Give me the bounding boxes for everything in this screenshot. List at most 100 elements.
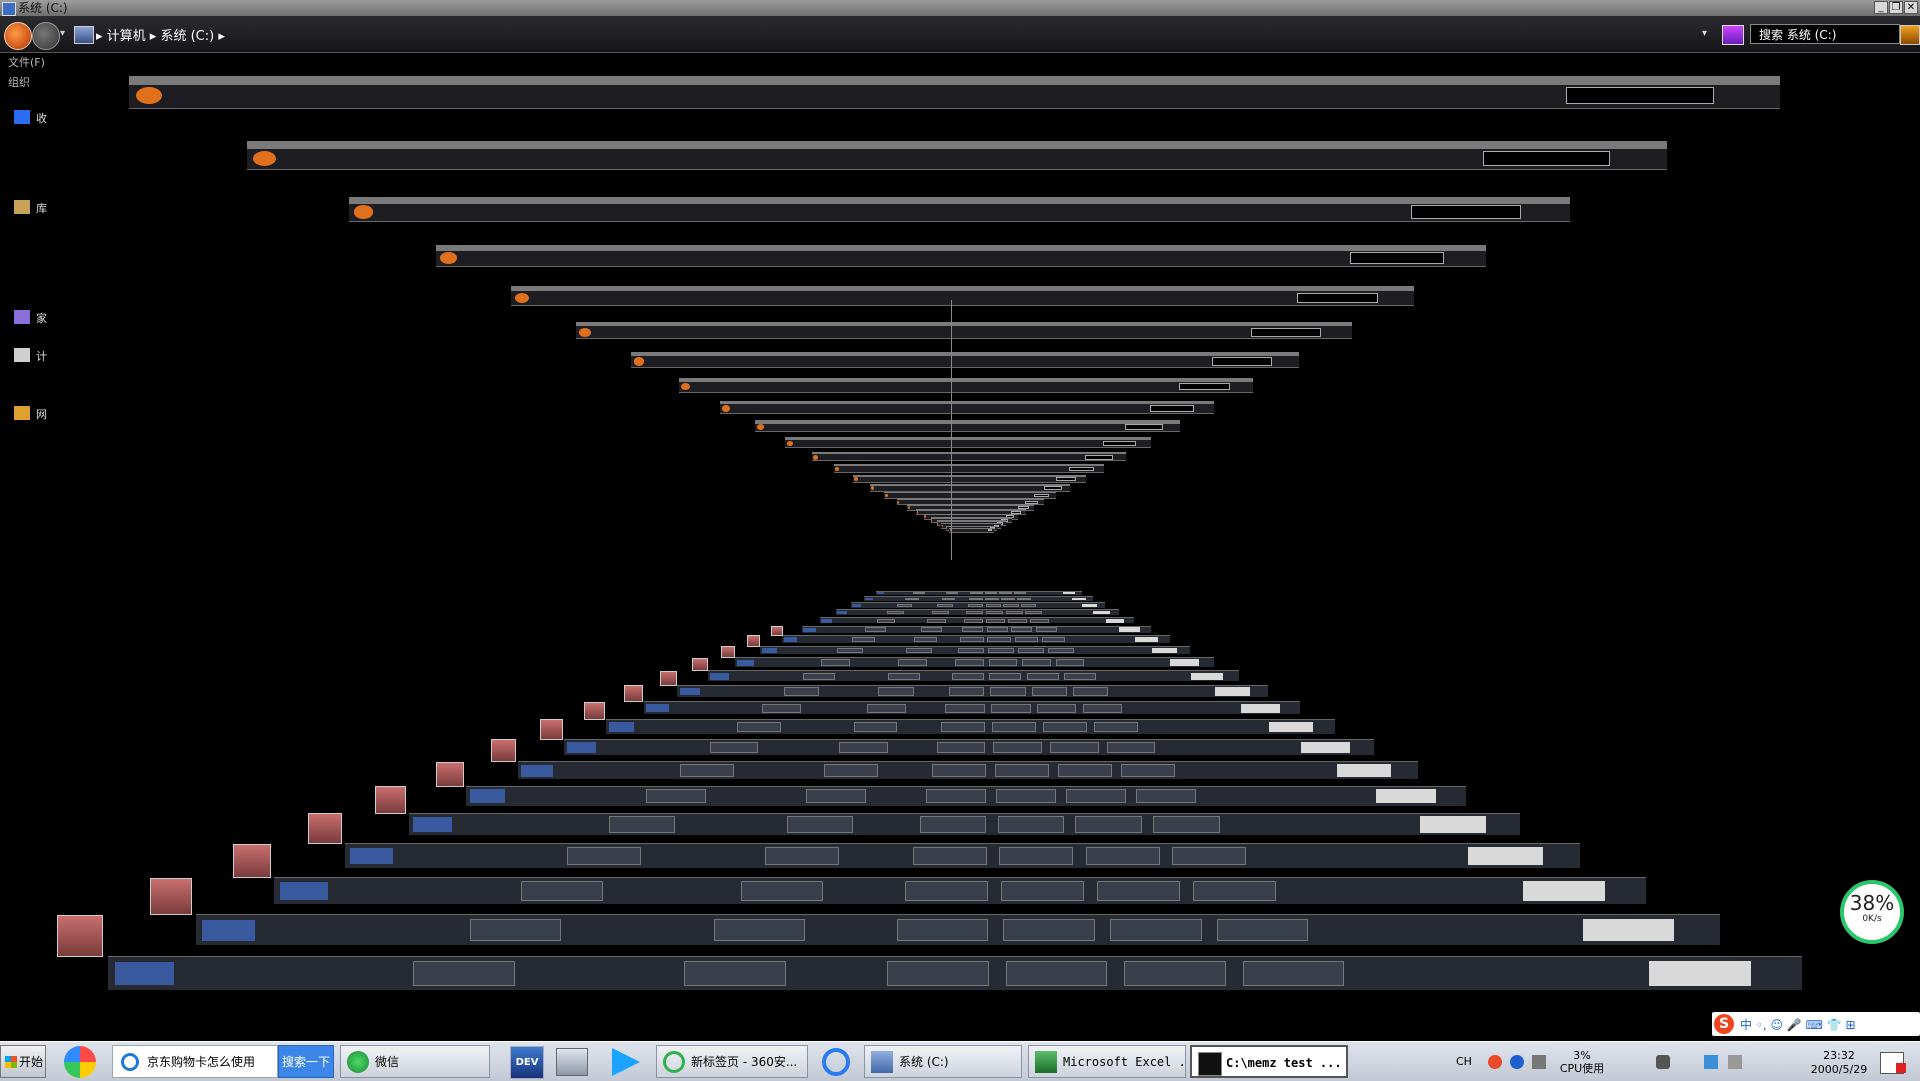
recursive-window-copy bbox=[435, 244, 1487, 284]
window-icon bbox=[2, 2, 16, 16]
ime-status[interactable]: 中 ◦, ☺ 🎤 ⌨ 👕 ⊞ bbox=[1740, 1016, 1856, 1033]
start-icon bbox=[5, 1056, 17, 1068]
recursive-taskbar-copy bbox=[691, 657, 1240, 682]
volume-icon[interactable] bbox=[1656, 1055, 1670, 1069]
recursive-taskbar-copy bbox=[820, 617, 1134, 624]
recursive-window-copy bbox=[247, 140, 1668, 191]
recursive-taskbar-copy bbox=[802, 625, 1151, 633]
network-speed-widget[interactable]: 38% 0K/s bbox=[1840, 880, 1904, 944]
ime-toolbar[interactable]: S 中 ◦, ☺ 🎤 ⌨ 👕 ⊞ bbox=[1712, 1012, 1920, 1036]
wechat-icon bbox=[347, 1051, 369, 1073]
sogou-tray-icon[interactable] bbox=[1488, 1055, 1502, 1069]
task-cmd[interactable]: C:\memz test ... bbox=[1190, 1045, 1348, 1078]
sidebar-item-label[interactable]: 家 bbox=[36, 310, 47, 326]
recursive-window-copy bbox=[719, 401, 1214, 422]
qq-icon[interactable] bbox=[64, 1046, 96, 1078]
recursive-taskbar-copy bbox=[836, 609, 1119, 616]
maximize-button[interactable]: ❐ bbox=[1889, 1, 1903, 14]
minimize-button[interactable]: _ bbox=[1874, 1, 1888, 14]
baidu-icon[interactable] bbox=[822, 1048, 850, 1076]
task-label: Microsoft Excel ... bbox=[1063, 1055, 1186, 1069]
notification-badge bbox=[1896, 1063, 1906, 1073]
window-titlebar[interactable]: 系统 (C:) _ ❐ ✕ bbox=[0, 0, 1920, 16]
clock-time[interactable]: 23:32 bbox=[1804, 1049, 1874, 1062]
ie-icon bbox=[121, 1053, 139, 1071]
recursive-window-copy bbox=[949, 527, 994, 535]
clock-date[interactable]: 2000/5/29 bbox=[1804, 1063, 1874, 1076]
vanishing-line bbox=[951, 300, 952, 560]
task-label: 新标签页 - 360安... bbox=[691, 1055, 798, 1069]
refresh-button[interactable] bbox=[1722, 25, 1744, 45]
navigation-bar: ▾ ▸ 计算机 ▸ 系统 (C:) ▸ ▾ 搜索 系统 (C:) bbox=[0, 16, 1920, 53]
menu-column: 文件(F) 组织 bbox=[0, 53, 60, 93]
ink-icon[interactable] bbox=[556, 1048, 588, 1076]
address-search-input[interactable]: 京东购物卡怎么使用 bbox=[112, 1045, 278, 1078]
recursive-taskbar-copy bbox=[770, 625, 1170, 643]
close-button[interactable]: ✕ bbox=[1904, 1, 1918, 14]
system-tray: CH 3% CPU使用 23:32 2000/5/29 bbox=[1444, 1045, 1920, 1078]
window-controls: _ ❐ ✕ bbox=[1874, 1, 1918, 14]
recursive-window-copy bbox=[510, 285, 1415, 320]
computer-icon bbox=[74, 26, 94, 44]
start-label: 开始 bbox=[19, 1055, 44, 1069]
sidebar-item-label[interactable]: 库 bbox=[36, 200, 47, 216]
sidebar-item-icon[interactable] bbox=[14, 110, 30, 124]
task-label: C:\memz test ... bbox=[1226, 1056, 1342, 1070]
ie-search-text: 京东购物卡怎么使用 bbox=[147, 1055, 256, 1069]
start-button[interactable]: 开始 bbox=[0, 1045, 46, 1078]
recursive-taskbar-copy bbox=[863, 596, 1093, 601]
search-icon[interactable] bbox=[1900, 25, 1920, 45]
network-icon[interactable] bbox=[1704, 1055, 1718, 1069]
address-breadcrumb[interactable]: ▸ 计算机 ▸ 系统 (C:) ▸ bbox=[96, 25, 225, 44]
menu-organize[interactable]: 组织 bbox=[0, 73, 60, 93]
sidebar-item-icon[interactable] bbox=[14, 310, 30, 324]
recursive-taskbar-copy bbox=[623, 685, 1300, 715]
recursive-taskbar-copy bbox=[233, 843, 1646, 905]
task-explorer[interactable]: 系统 (C:) bbox=[864, 1045, 1022, 1078]
cmd-icon bbox=[1198, 1052, 1222, 1076]
forward-button[interactable] bbox=[32, 22, 60, 50]
help-icon[interactable] bbox=[1510, 1055, 1524, 1069]
recursive-taskbar-copy bbox=[490, 739, 1418, 780]
sidebar-item-label[interactable]: 网 bbox=[36, 406, 47, 422]
sidebar-item-label[interactable]: 收 bbox=[36, 110, 47, 126]
recursive-taskbar-copy bbox=[659, 670, 1268, 697]
play-icon[interactable] bbox=[612, 1048, 640, 1076]
sogou-icon[interactable]: S bbox=[1714, 1014, 1734, 1034]
back-button[interactable] bbox=[4, 22, 32, 50]
search-input[interactable]: 搜索 系统 (C:) bbox=[1750, 24, 1900, 44]
task-label: 微信 bbox=[375, 1055, 400, 1069]
recursive-taskbar-copy bbox=[850, 602, 1106, 608]
sidebar-item-icon[interactable] bbox=[14, 348, 30, 362]
sidebar-item-label[interactable]: 计 bbox=[36, 348, 47, 364]
sidebar-item-icon[interactable] bbox=[14, 406, 30, 420]
history-dropdown-icon[interactable]: ▾ bbox=[60, 28, 65, 39]
recursive-taskbar-copy bbox=[720, 646, 1214, 668]
sidebar-item-icon[interactable] bbox=[14, 200, 30, 214]
search-button[interactable]: 搜索一下 bbox=[278, 1045, 334, 1078]
notify-icon[interactable] bbox=[1728, 1055, 1742, 1069]
cpu-usage-value: 3% bbox=[1573, 1049, 1591, 1062]
recursive-taskbar-copy bbox=[308, 813, 1580, 869]
task-excel[interactable]: Microsoft Excel ... bbox=[1028, 1045, 1186, 1078]
widget-percent: 38% bbox=[1849, 891, 1895, 915]
recursive-taskbar-copy bbox=[436, 761, 1467, 806]
tray-arrow-icon[interactable] bbox=[1532, 1055, 1546, 1069]
recursive-window-copy bbox=[575, 321, 1353, 352]
recursive-taskbar-copy bbox=[57, 914, 1802, 990]
explorer-icon bbox=[871, 1051, 893, 1073]
window-title: 系统 (C:) bbox=[18, 1, 68, 15]
dev-icon[interactable]: DEV bbox=[510, 1046, 544, 1079]
recursive-window-copy bbox=[631, 352, 1300, 379]
task-browser360[interactable]: 新标签页 - 360安... bbox=[656, 1045, 808, 1078]
task-wechat[interactable]: 微信 bbox=[340, 1045, 490, 1078]
address-dropdown-icon[interactable]: ▾ bbox=[1702, 28, 1707, 39]
menu-file[interactable]: 文件(F) bbox=[0, 53, 60, 73]
cpu-usage-label: CPU使用 bbox=[1559, 1062, 1605, 1075]
recursive-taskbar-copy bbox=[539, 719, 1375, 756]
widget-speed: 0K/s bbox=[1862, 914, 1882, 924]
language-indicator[interactable]: CH bbox=[1456, 1055, 1472, 1068]
recursive-window-copy bbox=[129, 75, 1781, 134]
recursive-screen-tunnel bbox=[0, 0, 1920, 1080]
recursive-window-copy bbox=[348, 196, 1570, 241]
